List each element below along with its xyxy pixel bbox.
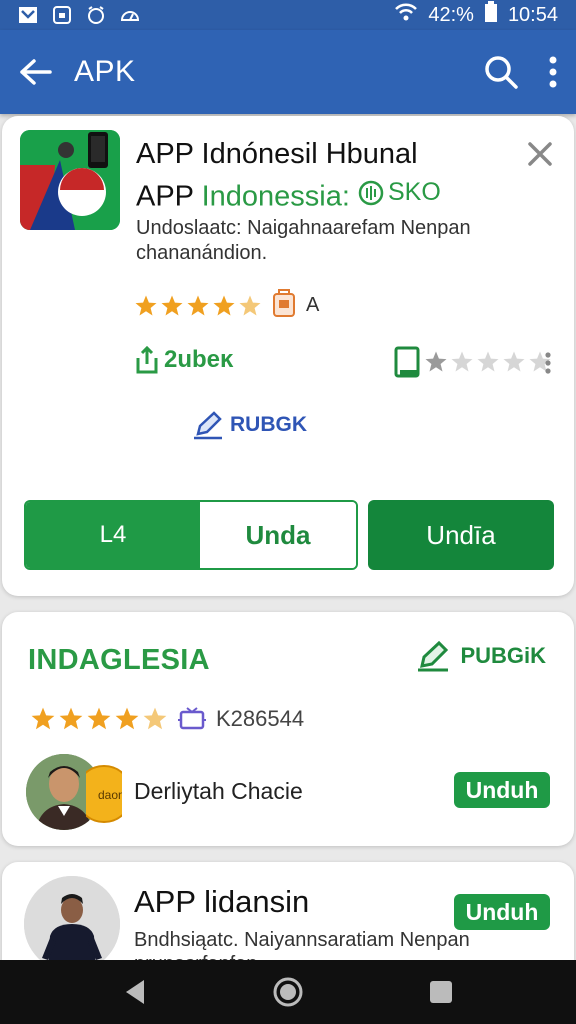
download-button[interactable]: Unduh [454, 772, 550, 808]
sim-icon [52, 5, 72, 25]
rating-row: A [134, 288, 319, 323]
rating-count: K286544 [216, 706, 305, 731]
publish-label: RUBGK [230, 413, 307, 436]
app-subtitle: APP Indonessia: SKO [136, 178, 441, 214]
rating-stars [30, 706, 168, 732]
publish-link[interactable]: PUBGiK [416, 640, 546, 672]
download-button[interactable]: Unduh [454, 894, 550, 930]
star-icon [115, 707, 139, 730]
star-icon [135, 295, 157, 315]
segmented-control: L4 Unda [24, 500, 358, 570]
star-icon [503, 351, 525, 372]
clock: 10:54 [507, 3, 558, 26]
recents-nav-icon[interactable] [428, 979, 454, 1005]
edit-icon [194, 411, 222, 440]
battery-percent: 42:% [428, 3, 474, 26]
search-icon[interactable] [484, 55, 518, 89]
secondary-stars [424, 350, 552, 374]
app-description: Undoslaatc: Naigahnaarefam Nenpan chanan… [136, 217, 471, 264]
app-title: APP Idnónesil Hbunal [136, 138, 418, 170]
star-icon [477, 351, 499, 372]
store-icon [272, 288, 296, 323]
card-title: APP lidansin [134, 884, 310, 919]
home-nav-icon[interactable] [272, 976, 304, 1008]
secondary-rating [394, 346, 552, 378]
star-icon [161, 295, 183, 315]
downloads-label: 2ubeĸ [164, 346, 234, 373]
alarm-icon [86, 5, 106, 25]
wifi-icon [394, 2, 418, 28]
page-title: APK [74, 55, 136, 88]
card-title: INDAGLESIA [28, 644, 210, 676]
star-icon [87, 707, 111, 730]
star-icon [143, 707, 167, 730]
developer-avatar [24, 876, 120, 972]
segment-right[interactable]: Unda [200, 502, 356, 568]
mail-icon [18, 5, 38, 25]
app-bar: APK [0, 30, 576, 114]
star-icon [239, 295, 261, 315]
more-vert-icon[interactable] [544, 352, 552, 374]
star-icon [213, 295, 235, 315]
downloads-row: 2ubeĸ [134, 346, 233, 374]
star-icon [187, 295, 209, 315]
developer-name: Derliytah Chacie [134, 778, 303, 804]
star-icon [31, 707, 55, 730]
segment-left[interactable]: L4 [26, 502, 200, 568]
verified-icon [358, 180, 384, 205]
more-vert-icon[interactable] [548, 56, 558, 88]
coin-text: daon [98, 788, 122, 802]
navigation-bar [0, 960, 576, 1024]
star-icon [425, 351, 447, 372]
subtitle-country: Indonessia: [201, 180, 350, 213]
device-icon [394, 346, 420, 378]
app-detail-card: APP Idnónesil Hbunal APP Indonessia: SKO… [2, 116, 574, 596]
speedometer-icon [120, 5, 140, 25]
arrow-left-icon[interactable] [18, 57, 52, 87]
badge-label: SKO [387, 178, 441, 206]
star-icon [59, 707, 83, 730]
battery-icon [484, 1, 498, 29]
star-icon [451, 351, 473, 372]
edit-icon [418, 640, 449, 672]
app-icon[interactable] [20, 130, 120, 230]
rating-label: A [306, 294, 320, 316]
download-icon [136, 346, 158, 374]
close-icon[interactable] [526, 140, 554, 168]
status-bar: 42:% 10:54 [0, 0, 576, 30]
app-list-card[interactable]: INDAGLESIA PUBGiK K286544 daon Derliytah… [2, 612, 574, 846]
description-line: Bndhsiąatc. Naiyannsaratiam Nenpan [134, 929, 470, 951]
rating-row: K286544 [30, 706, 304, 732]
tv-icon [178, 707, 206, 730]
back-nav-icon[interactable] [122, 978, 148, 1006]
publish-link[interactable]: RUBGK [192, 410, 307, 440]
subtitle-prefix: APP [136, 180, 194, 213]
coin-icon: daon [75, 764, 133, 824]
primary-download-button[interactable]: Undīa [368, 500, 554, 570]
publish-label: PUBGiK [460, 643, 546, 668]
rating-stars [134, 294, 262, 318]
verified-badge: SKO [358, 178, 441, 207]
